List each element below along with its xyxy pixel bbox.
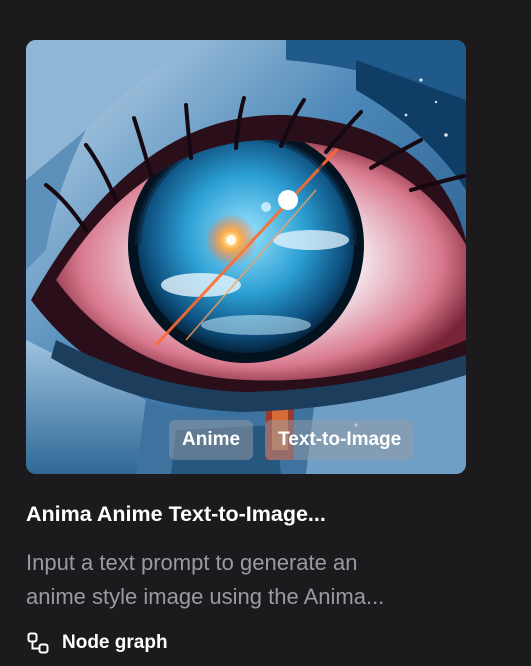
card-description-line: anime style image using the Anima... (26, 584, 385, 609)
card-description: Input a text prompt to generate an anime… (26, 546, 466, 614)
tag-list: Anime Text-to-Image (169, 420, 415, 460)
card-title[interactable]: Anima Anime Text-to-Image... (26, 499, 466, 529)
tag-text-to-image[interactable]: Text-to-Image (265, 420, 415, 460)
card-thumbnail[interactable]: Anime Text-to-Image (26, 40, 466, 474)
card-description-line: Input a text prompt to generate an (26, 550, 358, 575)
node-graph-icon (27, 632, 49, 654)
card-type: Node graph (26, 628, 168, 658)
thumbnail-illustration (26, 40, 466, 474)
tag-anime[interactable]: Anime (169, 420, 254, 460)
workflow-card[interactable]: Anime Text-to-Image Anima Anime Text-to-… (26, 40, 466, 660)
card-type-label: Node graph (62, 632, 168, 653)
